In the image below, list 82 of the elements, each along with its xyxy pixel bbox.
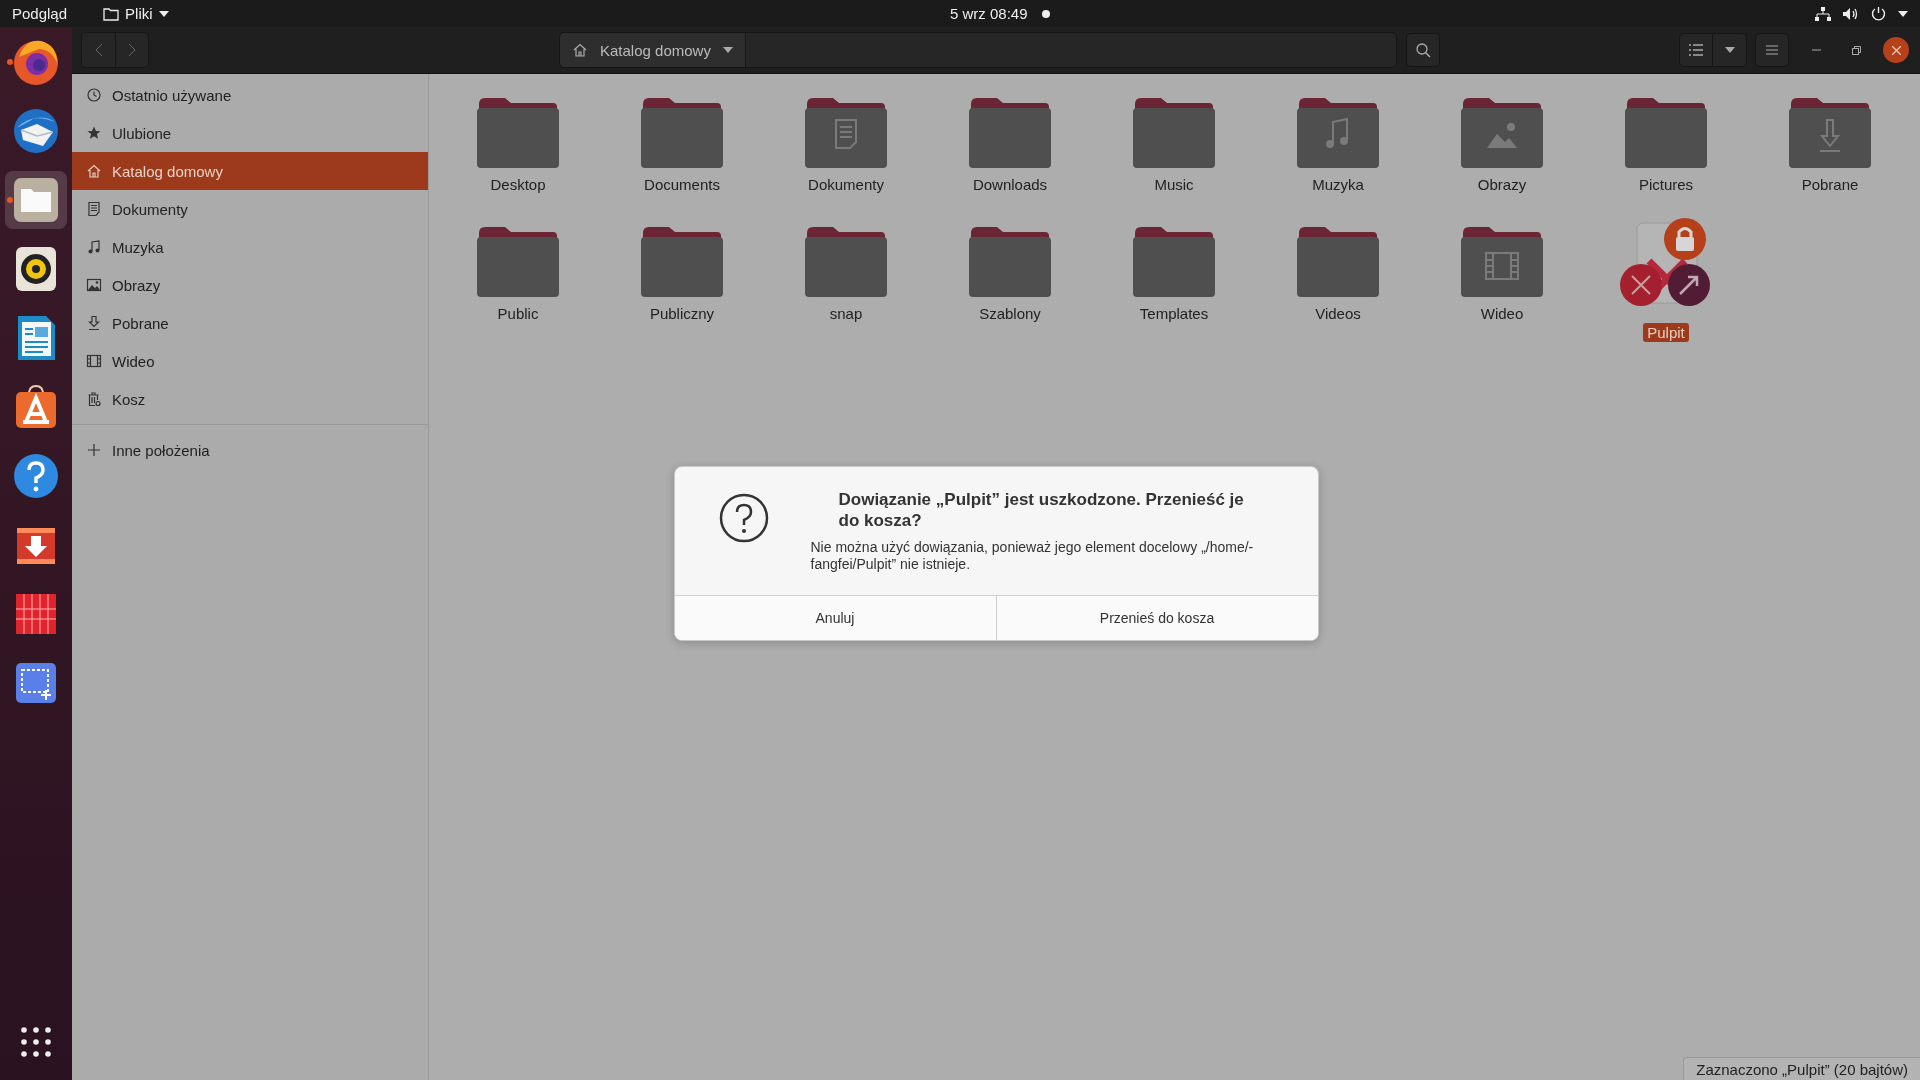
sidebar-label: Kosz	[112, 390, 146, 408]
close-icon	[1891, 45, 1901, 55]
caret-icon	[1724, 47, 1735, 53]
caret-icon[interactable]	[1898, 10, 1908, 17]
file-name[interactable]: Szablony	[975, 304, 1045, 323]
app-grid-icon	[21, 1027, 51, 1057]
menu-icon	[1766, 45, 1778, 55]
sidebar-label: Pobrane	[112, 314, 169, 332]
sidebar-label: Obrazy	[112, 276, 161, 294]
folder-icon	[11, 175, 61, 225]
volume-icon[interactable]	[1843, 6, 1859, 21]
file-name[interactable]: Videos	[1311, 304, 1365, 323]
activities-label[interactable]: Podgląd	[12, 5, 68, 22]
power-icon[interactable]	[1871, 6, 1886, 21]
file-name[interactable]: Music	[1150, 175, 1198, 194]
dialog-message: Nie można użyć dowiązania, ponieważ jego element docelowy „/home/-fangfei/Pulpit” nie istnieje.	[810, 539, 1255, 573]
file-name[interactable]: snap	[825, 304, 867, 323]
file-name[interactable]: Dokumenty	[804, 175, 888, 194]
sidebar-item[interactable]: Muzyka	[72, 228, 428, 266]
sidebar-item[interactable]: Ostatnio używane	[72, 76, 428, 114]
file-name[interactable]: Desktop	[486, 175, 550, 194]
file-name[interactable]: Pobrane	[1797, 175, 1863, 194]
search-button[interactable]	[1406, 33, 1440, 67]
sidebar-label: Inne położenia	[112, 441, 210, 459]
sidebar-item[interactable]: Ulubione	[72, 114, 428, 152]
sidebar-label: Ulubione	[112, 124, 172, 142]
close-button[interactable]	[1883, 37, 1909, 63]
file-name[interactable]: Publiczny	[645, 304, 719, 323]
sidebar-label: Ostatnio używane	[112, 86, 232, 104]
sidebar-label: Wideo	[112, 352, 155, 370]
dialog-title: Dowiązanie „Pulpit” jest uszkodzone. Przenieść je do kosza?	[838, 489, 1245, 531]
sidebar-item[interactable]: Obrazy	[72, 266, 428, 304]
sidebar-item[interactable]: Katalog domowy	[72, 152, 428, 190]
list-icon	[1689, 44, 1703, 56]
dock-launcher[interactable]	[5, 171, 67, 229]
file-name[interactable]: Downloads	[968, 175, 1052, 194]
dialog-button[interactable]: Przenieś do kosza	[995, 596, 1318, 640]
sidebar-item[interactable]: Wideo	[72, 342, 428, 380]
file-name[interactable]: Templates	[1135, 304, 1213, 323]
folder-icon	[103, 6, 120, 21]
file-name[interactable]: Muzyka	[1308, 175, 1368, 194]
sidebar-item[interactable]: Inne położenia	[72, 431, 428, 469]
trash-icon	[86, 391, 102, 407]
menu-button[interactable]	[1755, 33, 1789, 67]
document-icon	[86, 201, 102, 217]
sidebar-item[interactable]: Dokumenty	[72, 190, 428, 228]
file-name[interactable]: Pulpit	[1643, 323, 1689, 342]
bird-envelope-icon	[11, 106, 61, 156]
status-bar: Zaznaczono „Pulpit” (20 bajtów)	[1683, 1057, 1920, 1080]
view-options-button[interactable]	[1713, 33, 1747, 67]
home-icon	[572, 42, 588, 58]
star-icon	[86, 125, 102, 141]
plus-icon	[86, 442, 102, 458]
music-note-icon	[86, 239, 102, 255]
file-name[interactable]: Documents	[640, 175, 724, 194]
question-icon	[718, 493, 769, 543]
restore-icon	[1851, 45, 1861, 55]
sidebar-item[interactable]: Pobrane	[72, 304, 428, 342]
sidebar-label: Katalog domowy	[112, 162, 223, 180]
caret-icon	[158, 10, 169, 17]
caret-icon	[722, 47, 733, 53]
search-icon	[1415, 42, 1431, 58]
path-button[interactable]: Katalog domowy	[560, 33, 746, 67]
dialog-button[interactable]: Anuluj	[674, 596, 996, 640]
app-menu[interactable]: Pliki	[103, 5, 169, 22]
file-name[interactable]: Public	[493, 304, 543, 323]
help-icon	[11, 451, 61, 501]
clock[interactable]: 5 wrz 08:49	[950, 5, 1028, 22]
sidebar-label: Dokumenty	[112, 200, 188, 218]
sidebar-label: Muzyka	[112, 238, 164, 256]
download-icon	[86, 315, 102, 331]
file-name[interactable]: Wideo	[1476, 304, 1528, 323]
file-name[interactable]: Pictures	[1634, 175, 1698, 194]
file-name[interactable]: Obrazy	[1473, 175, 1531, 194]
minimize-icon	[1811, 49, 1821, 51]
view-toggle-button[interactable]	[1679, 33, 1713, 67]
clock-icon	[86, 87, 102, 103]
picture-icon	[86, 277, 102, 293]
home-icon	[86, 163, 102, 179]
film-icon	[86, 353, 102, 369]
network-icon[interactable]	[1815, 6, 1831, 21]
sidebar-item[interactable]: Kosz	[72, 380, 428, 418]
